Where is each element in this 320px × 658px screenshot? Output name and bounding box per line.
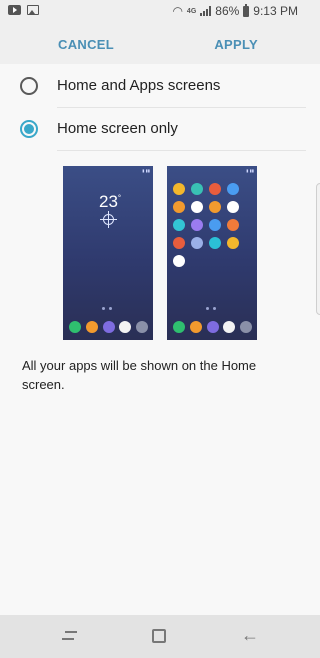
preview-app-grid: [173, 183, 253, 267]
app-icon: [173, 219, 185, 231]
dock-app-icon: [240, 321, 252, 333]
app-icon: [191, 219, 203, 231]
gallery-icon: [27, 5, 39, 15]
dock-app-icon: [85, 321, 98, 333]
clock: 9:13 PM: [253, 4, 298, 18]
app-icon: [209, 201, 221, 213]
option-home-and-apps[interactable]: Home and Apps screens: [0, 65, 320, 107]
app-icon: [209, 219, 221, 231]
app-icon: [173, 183, 185, 195]
option-label: Home and Apps screens: [57, 77, 221, 94]
edge-panel-handle[interactable]: [316, 183, 320, 315]
sun-icon: [100, 211, 117, 228]
recent-apps-icon[interactable]: [62, 629, 78, 643]
navigation-bar: ←: [0, 615, 320, 658]
wifi-icon: ◠: [172, 4, 183, 18]
app-icon: [173, 201, 185, 213]
battery-percent: 86%: [215, 4, 240, 18]
app-icon: [209, 183, 221, 195]
back-icon[interactable]: ←: [241, 625, 259, 645]
signal-icon: [200, 6, 212, 16]
dock-app-icon: [69, 321, 81, 333]
status-bar: ◠ 4G 86% 9:13 PM: [0, 0, 320, 24]
radio-home-and-apps[interactable]: [20, 77, 38, 95]
youtube-icon: [8, 5, 21, 15]
app-icon: [191, 183, 203, 195]
battery-icon: [243, 3, 250, 17]
page-indicator: [206, 307, 216, 310]
action-bar: CANCEL APPLY: [0, 24, 320, 64]
app-icon: [227, 201, 239, 213]
dock-app-icon: [119, 321, 132, 333]
preview-status: ▮ ▮▮: [142, 168, 150, 173]
app-icon: [209, 237, 221, 249]
radio-home-only[interactable]: [20, 120, 38, 138]
weather-temp: 23°: [99, 192, 122, 211]
preview-status: ▮ ▮▮: [246, 168, 254, 173]
apps-on-home-preview: ▮ ▮▮: [167, 166, 257, 340]
divider: [57, 150, 306, 151]
app-icon: [173, 255, 185, 267]
home-screen-preview: ▮ ▮▮ 23°: [63, 166, 153, 340]
dock-app-icon: [206, 321, 219, 333]
preview-dock: [69, 321, 148, 333]
description-text: All your apps will be shown on the Home …: [22, 358, 257, 392]
dock-app-icon: [189, 321, 202, 333]
cancel-button[interactable]: CANCEL: [58, 37, 114, 52]
dock-app-icon: [102, 321, 115, 333]
app-icon: [227, 219, 239, 231]
dock-app-icon: [136, 321, 148, 333]
apply-button[interactable]: APPLY: [214, 37, 258, 52]
app-icon: [173, 237, 185, 249]
dock-app-icon: [173, 321, 185, 333]
network-type-label: 4G: [186, 7, 197, 15]
preview-dock: [173, 321, 252, 333]
option-label: Home screen only: [57, 120, 178, 137]
option-home-only[interactable]: Home screen only: [0, 108, 320, 150]
dock-app-icon: [223, 321, 236, 333]
app-icon: [191, 201, 203, 213]
app-icon: [191, 237, 203, 249]
home-icon[interactable]: [152, 629, 166, 643]
page-indicator: [102, 307, 112, 310]
app-icon: [227, 237, 239, 249]
app-icon: [227, 183, 239, 195]
